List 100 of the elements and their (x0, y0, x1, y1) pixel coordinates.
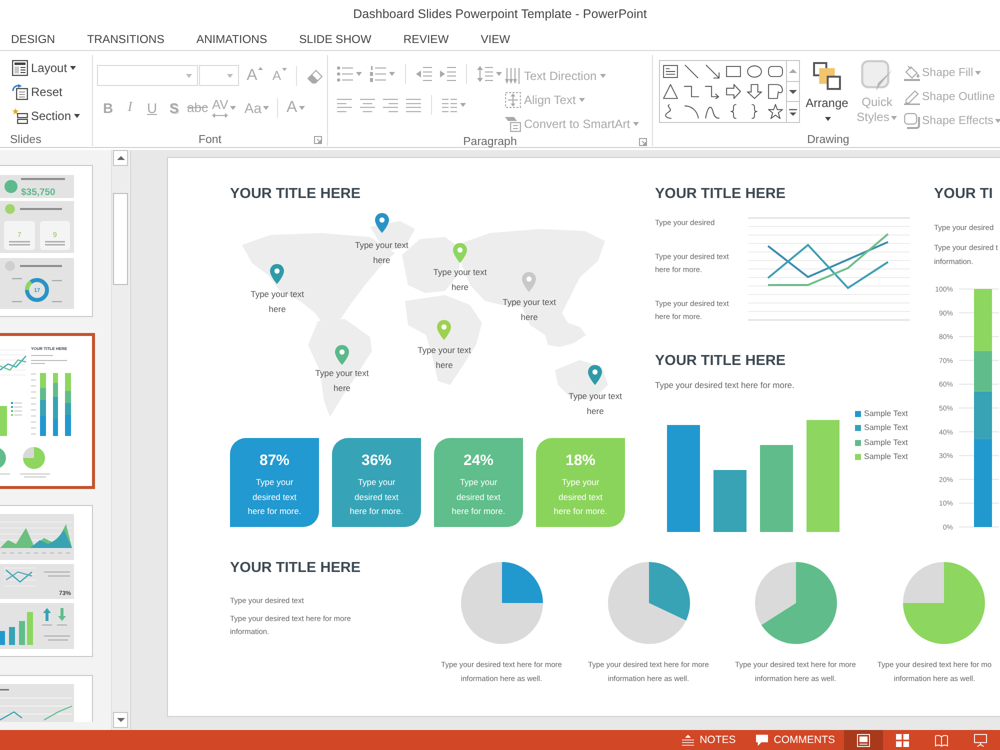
rounded-rectangle-shape-icon[interactable] (768, 64, 783, 79)
body-text: Type your desired text here for more. (655, 378, 796, 392)
star-shape-icon[interactable] (768, 104, 783, 120)
pin-label: Type your text here (568, 390, 623, 418)
elbow-connector-shape-icon[interactable] (684, 84, 699, 99)
justify-icon (406, 98, 421, 112)
dialog-launcher-icon[interactable] (314, 136, 322, 144)
smartart-icon (505, 116, 521, 132)
slide-sorter-icon (896, 734, 909, 746)
up-arrow-icon (116, 156, 124, 160)
caret-up-icon (258, 66, 264, 70)
arrange-icon (813, 62, 841, 90)
scroll-down-button[interactable] (113, 712, 128, 728)
down-arrow-shape-icon[interactable] (747, 84, 762, 99)
caret-up-icon (789, 68, 797, 73)
bar (714, 470, 746, 532)
section-icon (12, 108, 28, 124)
paint-bucket-icon (904, 65, 920, 81)
pin-label: Type your text here (314, 366, 370, 394)
rounded-tab-shape-icon[interactable] (768, 84, 783, 99)
reset-icon (12, 84, 28, 100)
caret-icon (226, 74, 233, 78)
arc-shape-icon[interactable] (684, 104, 699, 120)
align-right-icon (383, 98, 398, 112)
group-label: Drawing (807, 134, 850, 146)
more-icon (789, 108, 797, 116)
pin-label: Type your text here (416, 344, 472, 372)
double-arrow-icon (212, 112, 228, 118)
pin-label: Type your text here (502, 296, 557, 324)
line-spacing-icon (477, 66, 493, 82)
reading-view-icon (935, 734, 948, 746)
ribbon-tab[interactable]: REVIEW (387, 30, 465, 48)
slide-thumbnail[interactable] (0, 675, 93, 722)
arrange-button[interactable]: Arrange (804, 60, 850, 126)
group-label: Paragraph (463, 136, 517, 148)
curve-shape-icon[interactable] (705, 104, 720, 120)
stat-text: Type your desired text here for more. (246, 476, 302, 518)
pin-label: Type your text here (354, 238, 410, 266)
triangle-shape-icon[interactable] (663, 84, 678, 99)
stat-text: Type your desired text here for more. (450, 476, 506, 518)
slideshow-icon (974, 734, 987, 746)
legend-label: Sample Text (864, 436, 908, 449)
layout-button[interactable]: Layout (10, 58, 92, 78)
layout-icon (12, 60, 28, 76)
notes-icon (682, 734, 694, 746)
columns-icon (442, 98, 457, 112)
stat-value: 18% (564, 452, 597, 470)
ribbon-tab[interactable]: TRANSITIONS (71, 30, 180, 48)
normal-view-icon (857, 734, 870, 746)
legend-label: Sample Text (864, 451, 908, 463)
text-box-shape-icon[interactable] (663, 64, 678, 79)
increase-indent-icon (440, 66, 456, 82)
group-label: Font (198, 134, 222, 146)
arrow-line-shape-icon[interactable] (705, 64, 720, 79)
left-brace-shape-icon[interactable] (730, 104, 737, 120)
bullet-list-icon (337, 66, 353, 82)
scrollbar-thumb[interactable] (113, 193, 128, 285)
section-title: YOUR TITLE HERE (655, 352, 787, 370)
ribbon-tab[interactable]: VIEW (464, 30, 526, 48)
notes-button[interactable]: NOTES (682, 730, 736, 750)
caret-down-icon (789, 90, 797, 94)
stat-text: Type your desired text here for more. (552, 476, 608, 518)
stat-value: 24% (462, 452, 495, 470)
scroll-up-button[interactable] (113, 150, 128, 166)
legend-label: Sample Text (864, 422, 908, 434)
comment-icon (756, 734, 768, 746)
right-brace-shape-icon[interactable] (751, 104, 758, 120)
text-direction-icon (505, 68, 521, 84)
section-title: YOUR TI (934, 185, 994, 203)
decrease-indent-icon (416, 66, 432, 82)
elbow-arrow-shape-icon[interactable] (705, 84, 720, 99)
rectangle-shape-icon[interactable] (726, 64, 741, 79)
group-label: Slides (10, 134, 42, 146)
section-title: YOUR TITLE HERE (230, 559, 362, 577)
caret-down-icon (282, 68, 287, 71)
window-title: Dashboard Slides Powerpoint Template - PowerPoint (353, 7, 647, 21)
ribbon-tab[interactable]: SLIDE SHOW (283, 30, 388, 48)
reset-button[interactable]: Reset (10, 82, 92, 102)
pin-label: Type your text here (250, 288, 305, 316)
line-shape-icon[interactable] (684, 64, 699, 79)
right-arrow-shape-icon[interactable] (726, 84, 741, 99)
normal-view-button[interactable] (844, 730, 883, 750)
section-title: YOUR TITLE HERE (655, 185, 787, 203)
ribbon-tab[interactable]: ANIMATIONS (180, 30, 284, 48)
eraser-icon (307, 68, 323, 84)
align-left-icon (337, 98, 352, 112)
shape-effects-icon (904, 113, 920, 129)
align-center-icon (360, 98, 375, 112)
legend-label: Sample Text (864, 408, 908, 420)
stat-value: 87% (258, 452, 291, 470)
thumbnail-text: $35,750 (21, 187, 56, 198)
dialog-launcher-icon[interactable] (639, 138, 647, 146)
stat-text: Type your desired text here for more. (348, 476, 404, 518)
caret-icon (186, 74, 192, 78)
comments-button[interactable]: COMMENTS (756, 730, 835, 750)
down-arrow-icon (116, 718, 124, 722)
section-title: YOUR TITLE HERE (230, 185, 362, 203)
section-button[interactable]: Section (10, 106, 92, 126)
ribbon-tab[interactable]: DESIGN (0, 30, 72, 48)
oval-shape-icon[interactable] (747, 64, 762, 79)
